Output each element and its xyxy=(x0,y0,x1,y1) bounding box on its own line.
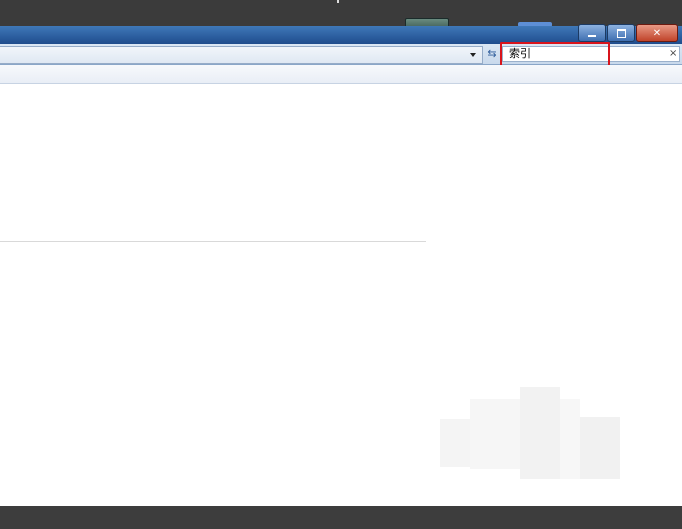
content-divider xyxy=(0,241,426,242)
window-controls: ✕ xyxy=(578,24,678,42)
top-marker xyxy=(337,0,339,3)
desktop-top-band xyxy=(0,0,682,26)
maximize-button[interactable] xyxy=(607,24,635,42)
command-bar xyxy=(0,65,682,84)
main-content-pane xyxy=(0,84,682,506)
minimize-button[interactable] xyxy=(578,24,606,42)
maximize-icon xyxy=(616,28,626,38)
address-bar[interactable] xyxy=(0,46,483,64)
watermark-blur xyxy=(440,387,640,487)
close-icon: ✕ xyxy=(652,27,662,39)
clear-search-icon[interactable]: × xyxy=(669,47,677,61)
chevron-down-icon[interactable] xyxy=(470,53,476,57)
close-button[interactable]: ✕ xyxy=(636,24,678,42)
desktop-bottom-band xyxy=(0,506,682,529)
minimize-icon xyxy=(588,35,596,37)
refresh-icon[interactable]: ⇆ xyxy=(485,47,499,61)
